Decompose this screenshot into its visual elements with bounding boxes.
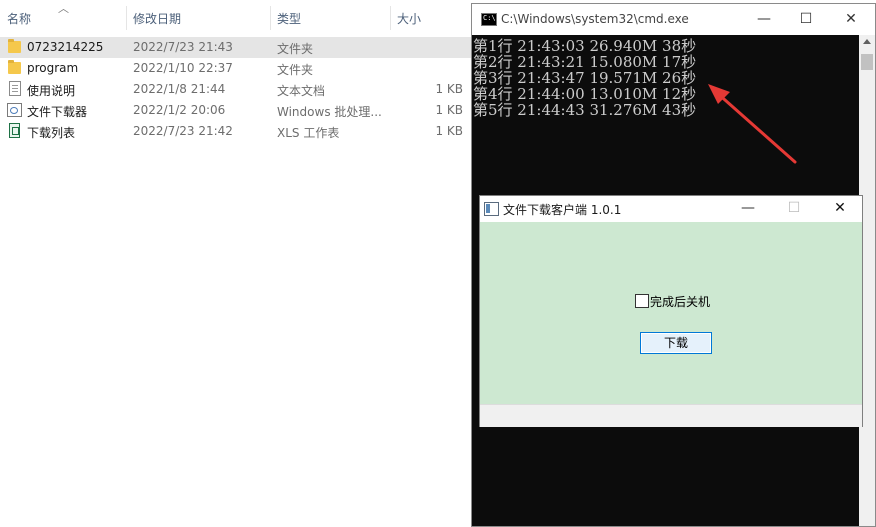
file-type: XLS 工作表 xyxy=(277,126,340,140)
file-name: 0723214225 xyxy=(27,40,104,54)
annotation-arrow xyxy=(708,84,797,164)
maximize-button[interactable]: ☐ xyxy=(796,9,816,29)
minimize-button[interactable]: — xyxy=(754,9,774,29)
console-line: 第5行 21:44:43 31.276M 43秒 xyxy=(473,101,697,119)
minimize-button[interactable]: — xyxy=(738,198,758,218)
dialog-title: 文件下载客户端 1.0.1 xyxy=(503,203,622,217)
scroll-up-icon[interactable] xyxy=(863,39,871,44)
file-size: 1 KB xyxy=(435,82,463,96)
file-name: program xyxy=(27,61,79,75)
folder-icon xyxy=(8,60,21,74)
cmd-title-bar[interactable]: C:\ C:\Windows\system32\cmd.exe — ☐ ✕ xyxy=(472,4,875,35)
column-header-size[interactable]: 大小 xyxy=(397,10,421,27)
xls-file-icon xyxy=(9,123,20,138)
app-icon xyxy=(484,202,499,216)
file-row-program[interactable]: program 2022/1/10 22:37 文件夹 xyxy=(0,58,480,79)
file-date: 2022/7/23 21:42 xyxy=(133,124,233,138)
shutdown-checkbox-label[interactable]: 完成后关机 xyxy=(650,293,710,310)
maximize-button: ☐ xyxy=(787,200,801,216)
close-button[interactable]: ✕ xyxy=(830,198,850,218)
close-button[interactable]: ✕ xyxy=(841,9,861,29)
file-date: 2022/1/8 21:44 xyxy=(133,82,226,96)
file-size: 1 KB xyxy=(435,124,463,138)
downloader-dialog[interactable]: 文件下载客户端 1.0.1 — ☐ ✕ 完成后关机 下载 xyxy=(479,195,863,427)
file-type: 文件夹 xyxy=(277,42,314,56)
file-date: 2022/7/23 21:43 xyxy=(133,40,233,54)
file-type: Windows 批处理... xyxy=(277,105,382,119)
column-header-type[interactable]: 类型 xyxy=(277,10,301,27)
file-type: 文本文档 xyxy=(277,84,326,98)
sort-ascending-icon: ︿ xyxy=(58,2,69,15)
column-header-date[interactable]: 修改日期 xyxy=(133,10,181,27)
text-file-icon xyxy=(9,81,21,96)
status-bar xyxy=(480,404,862,427)
file-row-0723214225[interactable]: 0723214225 2022/7/23 21:43 文件夹 xyxy=(0,37,480,58)
console-icon: C:\ xyxy=(481,13,497,26)
column-divider[interactable] xyxy=(390,6,391,30)
download-button[interactable]: 下载 xyxy=(640,332,712,354)
column-divider[interactable] xyxy=(270,6,271,30)
file-date: 2022/1/2 20:06 xyxy=(133,103,226,117)
dialog-body: 完成后关机 下载 xyxy=(480,222,862,404)
file-name: 使用说明 xyxy=(27,84,76,98)
file-name: 下载列表 xyxy=(27,126,76,140)
file-row-readme[interactable]: 使用说明 2022/1/8 21:44 文本文档 1 KB xyxy=(0,79,480,100)
column-header-bar: ︿ 名称 修改日期 类型 大小 xyxy=(0,0,480,34)
column-divider[interactable] xyxy=(126,6,127,30)
file-size: 1 KB xyxy=(435,103,463,117)
shutdown-checkbox[interactable] xyxy=(635,294,649,308)
file-name: 文件下载器 xyxy=(27,105,88,119)
cmd-title: C:\Windows\system32\cmd.exe xyxy=(501,12,689,26)
batch-file-icon xyxy=(7,103,22,117)
column-header-name[interactable]: 名称 xyxy=(7,10,31,27)
scroll-thumb[interactable] xyxy=(861,54,873,70)
file-date: 2022/1/10 22:37 xyxy=(133,61,233,75)
file-row-downloader[interactable]: 文件下载器 2022/1/2 20:06 Windows 批处理... 1 KB xyxy=(0,100,480,121)
dialog-title-bar[interactable]: 文件下载客户端 1.0.1 — ☐ ✕ xyxy=(480,196,862,222)
file-row-download-list[interactable]: 下载列表 2022/7/23 21:42 XLS 工作表 1 KB xyxy=(0,121,480,142)
file-type: 文件夹 xyxy=(277,63,314,77)
folder-icon xyxy=(8,39,21,53)
